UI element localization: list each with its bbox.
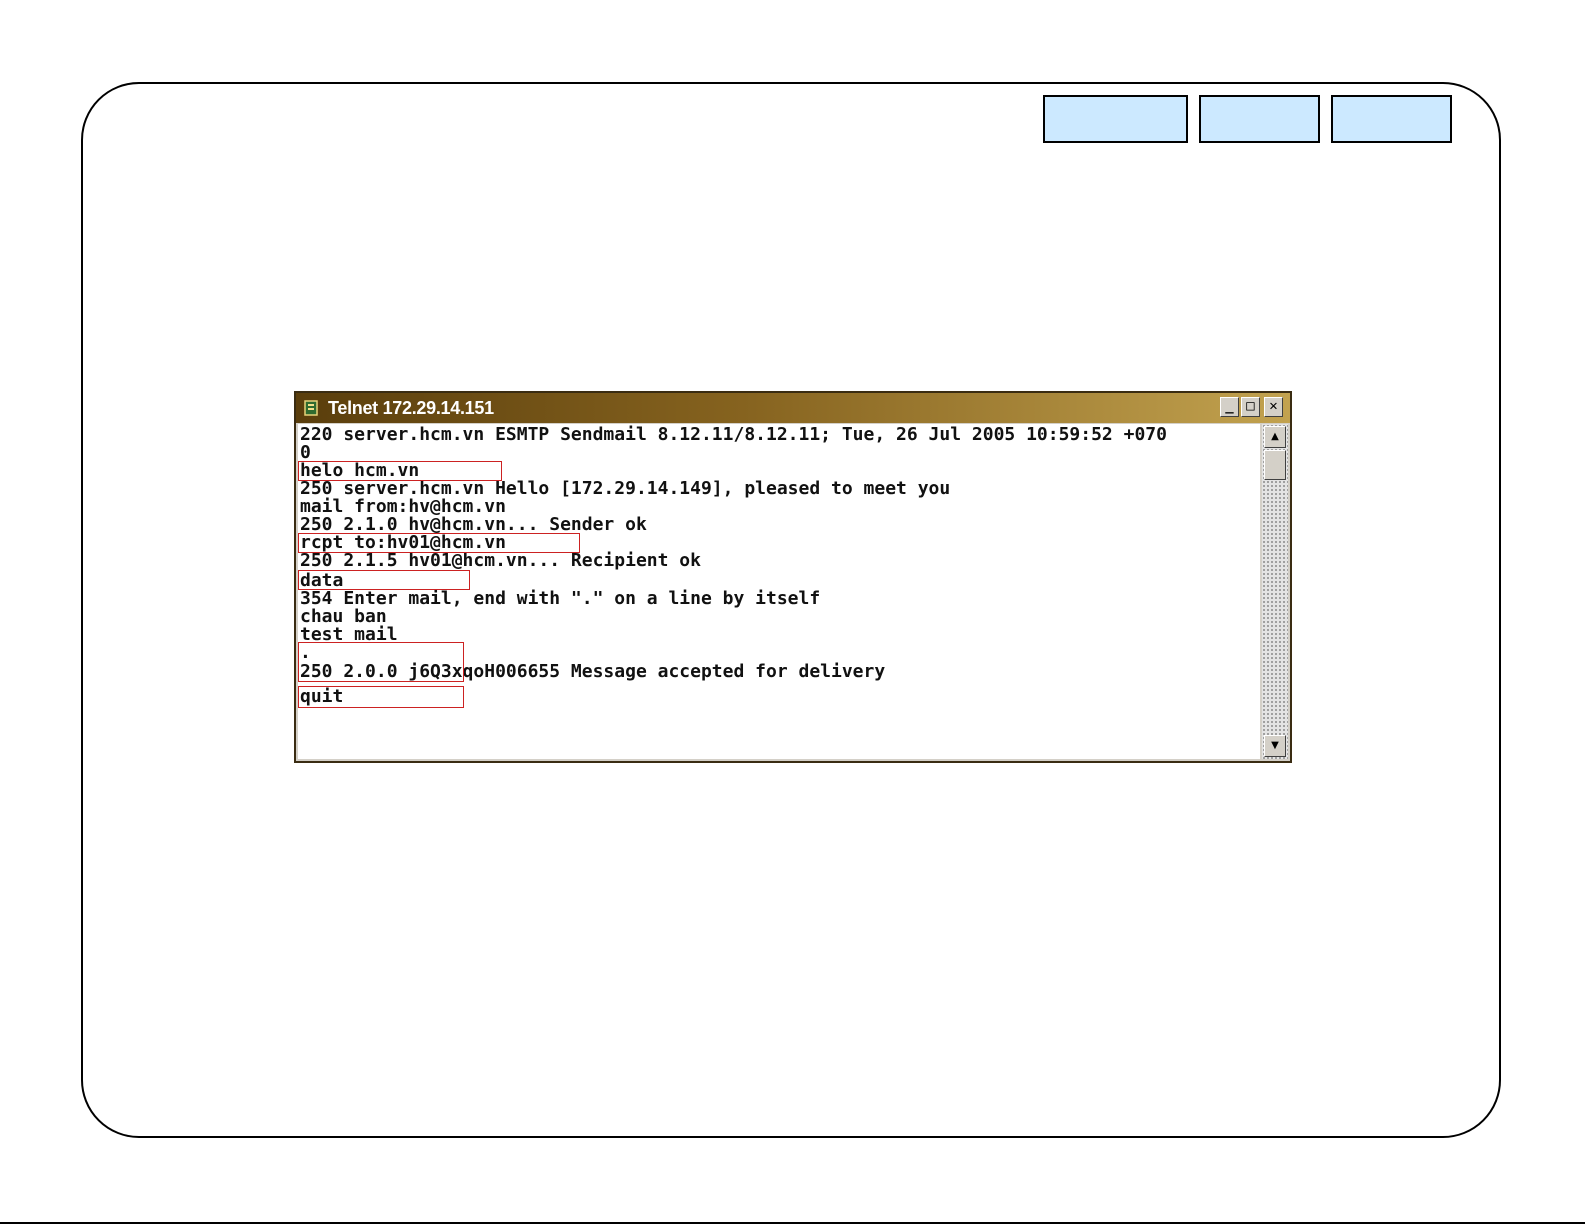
minimize-button[interactable]: _ bbox=[1220, 397, 1239, 417]
vertical-scrollbar[interactable]: ▲ ▼ bbox=[1262, 424, 1288, 759]
telnet-icon bbox=[304, 400, 318, 416]
scrollbar-thumb[interactable] bbox=[1264, 450, 1286, 480]
nav-box-1[interactable] bbox=[1043, 95, 1188, 143]
highlight-box-dot bbox=[298, 642, 464, 682]
close-button[interactable]: ✕ bbox=[1264, 397, 1283, 417]
window-title: Telnet 172.29.14.151 bbox=[328, 398, 494, 418]
nav-box-3[interactable] bbox=[1331, 95, 1452, 143]
highlight-box-rcpt bbox=[298, 533, 580, 553]
maximize-button[interactable]: □ bbox=[1241, 397, 1260, 417]
highlight-box-helo bbox=[298, 461, 502, 481]
footer-rule bbox=[0, 1222, 1585, 1224]
highlight-box-data bbox=[298, 570, 470, 590]
nav-box-2[interactable] bbox=[1199, 95, 1320, 143]
scroll-down-icon[interactable]: ▼ bbox=[1264, 735, 1286, 757]
console-output[interactable]: 220 server.hcm.vn ESMTP Sendmail 8.12.11… bbox=[298, 424, 1260, 759]
scroll-up-icon[interactable]: ▲ bbox=[1264, 426, 1286, 448]
console-line: 250 2.1.5 hv01@hcm.vn... Recipient ok bbox=[300, 550, 701, 571]
telnet-window: Telnet 172.29.14.151 _ □ ✕ 220 server.hc… bbox=[294, 391, 1292, 763]
window-titlebar[interactable]: Telnet 172.29.14.151 _ □ ✕ bbox=[296, 393, 1290, 423]
console-line: 220 server.hcm.vn ESMTP Sendmail 8.12.11… bbox=[300, 424, 1167, 445]
highlight-box-quit bbox=[298, 686, 464, 708]
